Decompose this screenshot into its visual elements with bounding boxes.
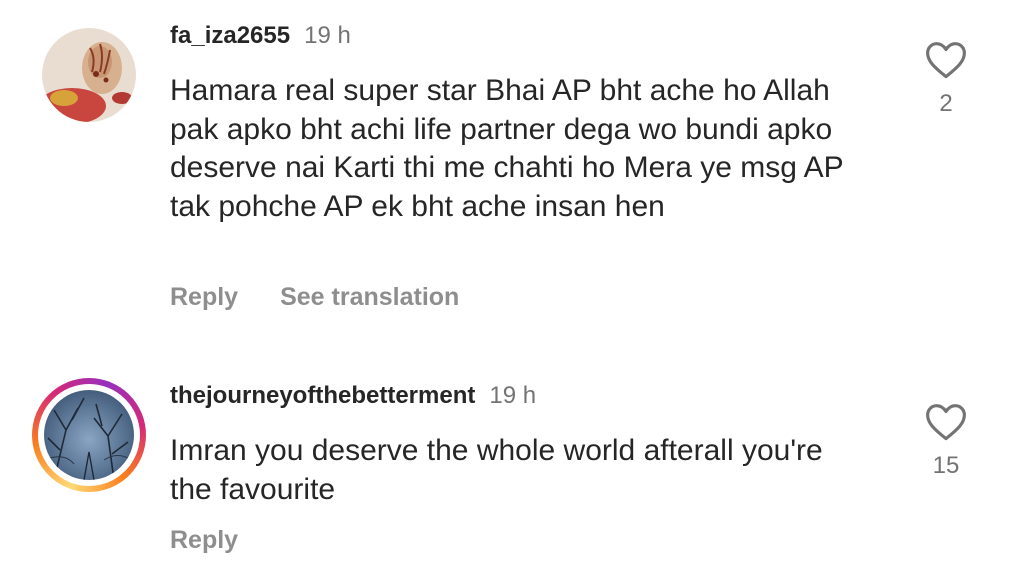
comment-text: Hamara real super star Bhai AP bht ache …	[170, 74, 844, 223]
henna-hands-avatar-icon	[42, 28, 136, 122]
avatar[interactable]	[42, 28, 136, 122]
trees-sky-avatar-icon	[44, 390, 134, 480]
comment-item: thejourneyofthebetterment 19 h Imran you…	[0, 360, 1024, 586]
comment-meta: fa_iza2655 19 h	[170, 22, 351, 50]
timestamp: 19 h	[489, 382, 537, 409]
timestamp: 19 h	[304, 22, 351, 49]
username[interactable]: thejourneyofthebetterment	[170, 382, 475, 410]
reply-button[interactable]: Reply	[170, 283, 238, 312]
avatar[interactable]	[44, 390, 134, 480]
heart-icon[interactable]	[925, 40, 967, 80]
comment-item: fa_iza2655 19 h Hamara real super star B…	[0, 0, 1024, 340]
heart-icon[interactable]	[925, 402, 967, 442]
username[interactable]: fa_iza2655	[170, 22, 290, 50]
comment-actions: Reply	[170, 526, 238, 555]
story-ring[interactable]	[32, 378, 146, 492]
comment-text: Imran you deserve the whole world aftera…	[170, 434, 823, 506]
reply-button[interactable]: Reply	[170, 526, 238, 555]
comment-actions: Reply See translation	[170, 283, 459, 312]
comment-meta: thejourneyofthebetterment 19 h	[170, 382, 536, 410]
like-control: 15	[916, 402, 976, 480]
like-count: 2	[939, 90, 953, 117]
like-control: 2	[916, 40, 976, 118]
like-count: 15	[932, 452, 960, 479]
see-translation-button[interactable]: See translation	[280, 283, 459, 312]
